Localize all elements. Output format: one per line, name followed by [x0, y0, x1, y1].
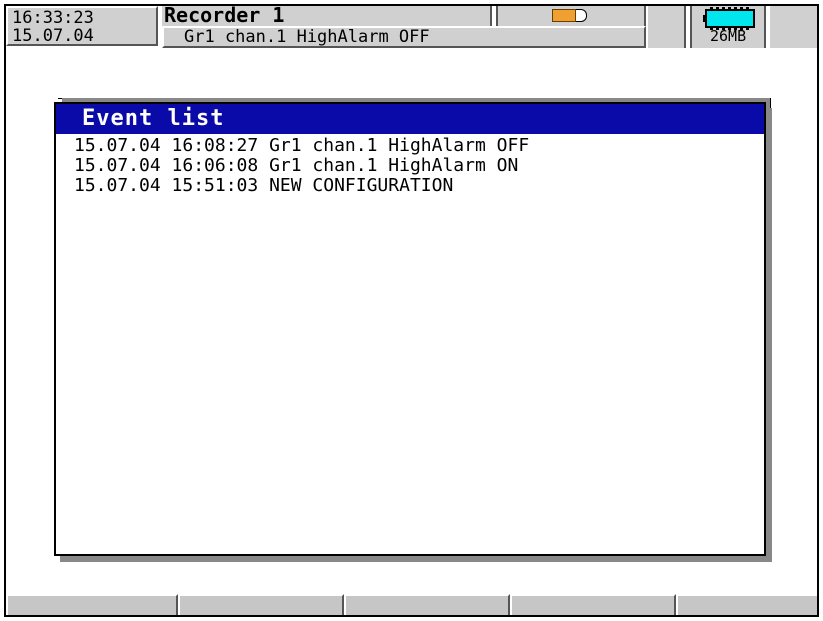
clock-panel: 16:33:23 15.07.04 [6, 6, 158, 46]
event-list[interactable]: 15.07.04 16:08:27 Gr1 chan.1 HighAlarm O… [74, 136, 529, 196]
event-entry[interactable]: 15.07.04 16:08:27 Gr1 chan.1 HighAlarm O… [74, 136, 529, 156]
event-list-titlebar: Event list [56, 104, 764, 134]
softkey-3[interactable] [344, 594, 510, 615]
header-right-panel [768, 6, 817, 48]
battery-status [496, 6, 646, 26]
recorder-screen: 16:33:23 15.07.04 Recorder 1 Gr1 chan.1 … [4, 4, 819, 617]
event-list-title: Event list [82, 106, 225, 131]
status-message: Gr1 chan.1 HighAlarm OFF [184, 27, 430, 47]
memory-card-icon [703, 7, 755, 30]
recorder-title-field: Recorder 1 [162, 6, 492, 26]
event-entry[interactable]: 15.07.04 15:51:03 NEW CONFIGURATION [74, 176, 529, 196]
softkey-1[interactable] [6, 594, 178, 615]
memory-status: 26MB [690, 6, 766, 48]
header-spacer [646, 6, 686, 48]
softkey-5[interactable] [676, 594, 817, 615]
status-message-field: Gr1 chan.1 HighAlarm OFF [162, 26, 646, 48]
event-list-window: Event list 15.07.04 16:08:27 Gr1 chan.1 … [54, 102, 766, 556]
current-date: 15.07.04 [12, 26, 94, 46]
battery-icon [552, 9, 587, 22]
softkey-4[interactable] [510, 594, 676, 615]
memory-free-label: 26MB [710, 27, 747, 45]
event-entry[interactable]: 15.07.04 16:06:08 Gr1 chan.1 HighAlarm O… [74, 156, 529, 176]
current-time: 16:33:23 [12, 8, 94, 28]
recorder-title: Recorder 1 [164, 4, 285, 27]
softkey-2[interactable] [178, 594, 344, 615]
